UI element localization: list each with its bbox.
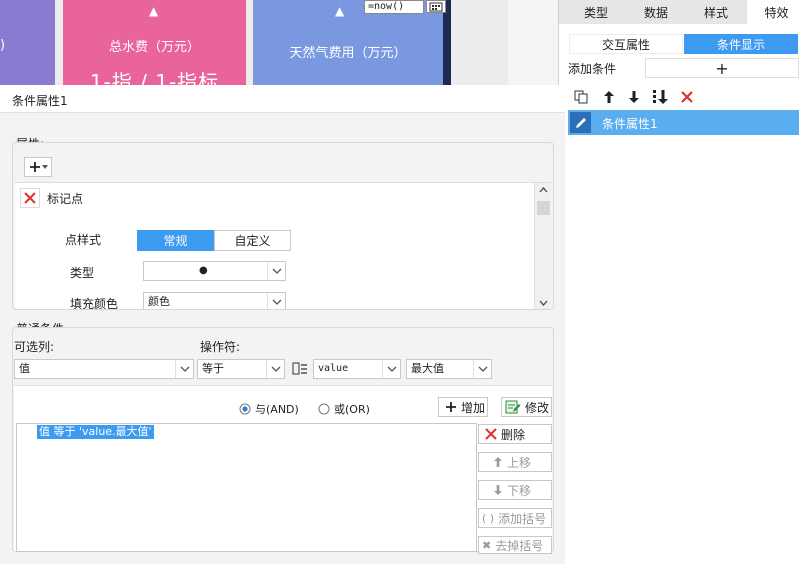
delete-icon — [485, 428, 497, 440]
radio-checked-icon — [239, 403, 251, 415]
condition-list-toolbar — [568, 86, 800, 108]
add-condition-row-button[interactable]: 增加 — [438, 397, 488, 417]
condition-dialog: 条件属性1 属性: 标记点 点样式 常规 自定义 类型 ● 填充颜色 颜色 — [0, 85, 565, 564]
chevron-down-icon — [175, 360, 193, 378]
properties-scrollbar[interactable] — [534, 183, 551, 309]
chevron-down-icon — [267, 293, 285, 309]
remove-bracket-button[interactable]: ✖ 去掉括号 — [478, 536, 552, 554]
close-icon — [24, 192, 36, 204]
column-select-value: 值 — [19, 362, 30, 375]
subtab-conditional-display[interactable]: 条件显示 — [684, 34, 798, 54]
properties-group: 标记点 点样式 常规 自定义 类型 ● 填充颜色 颜色 — [12, 142, 554, 310]
add-condition-label: 添加条件 — [568, 62, 617, 76]
point-style-custom[interactable]: 自定义 — [214, 230, 291, 251]
canvas-right-margin — [508, 0, 558, 85]
formula-toggle-icon[interactable] — [291, 360, 309, 378]
tab-effects[interactable]: 特效 — [747, 0, 805, 24]
point-style-regular[interactable]: 常规 — [137, 230, 214, 251]
selectable-column-label: 可选列: — [14, 340, 55, 354]
condition-list-item-label: 条件属性1 — [602, 117, 658, 131]
and-radio-label: 与(AND) — [255, 403, 299, 416]
value-type-select-value: value — [318, 363, 349, 374]
operator-select-value: 等于 — [202, 362, 224, 375]
value-type-select[interactable]: value — [313, 359, 401, 379]
arrow-up-icon[interactable] — [600, 88, 618, 106]
plus-icon — [29, 162, 40, 172]
delete-condition-label: 删除 — [501, 427, 526, 442]
delete-icon[interactable] — [678, 88, 696, 106]
or-radio-label: 或(OR) — [334, 403, 370, 416]
add-condition-row-label: 增加 — [461, 400, 486, 415]
chevron-down-icon — [266, 360, 284, 378]
and-radio[interactable]: 与(AND) — [239, 401, 299, 417]
fill-color-select-value: 颜色 — [148, 295, 170, 308]
properties-scroll-area: 标记点 点样式 常规 自定义 类型 ● 填充颜色 颜色 — [15, 182, 551, 309]
modify-label: 修改 — [525, 400, 550, 415]
move-up-label: 上移 — [507, 455, 532, 470]
modify-icon — [505, 400, 521, 414]
scrollbar-thumb[interactable] — [537, 201, 550, 215]
remove-marker-button[interactable] — [20, 188, 40, 208]
value-select-value: 最大值 — [411, 362, 444, 375]
add-bracket-button[interactable]: ( ) 添加括号 — [478, 508, 552, 528]
operator-label: 操作符: — [200, 340, 241, 354]
scroll-up-icon[interactable] — [539, 187, 548, 193]
bracket-icon: ( ) — [482, 511, 495, 525]
value-select[interactable]: 最大值 — [406, 359, 492, 379]
fill-color-label: 填充颜色 — [70, 297, 119, 309]
fill-color-select[interactable]: 颜色 — [143, 292, 286, 309]
dashboard-card-left: ) — [0, 0, 55, 85]
move-up-button[interactable]: 上移 — [478, 452, 552, 472]
copy-icon[interactable] — [572, 88, 590, 106]
move-bottom-icon[interactable] — [650, 88, 670, 106]
condition-expression-list[interactable]: 值 等于 'value.最大值' — [16, 423, 477, 552]
condition-expression-row[interactable]: 值 等于 'value.最大值' — [37, 425, 154, 439]
calendar-icon[interactable] — [426, 0, 446, 13]
type-select[interactable]: ● — [143, 261, 286, 281]
gas-flame-icon: ▲ — [335, 4, 345, 18]
remove-bracket-icon: ✖ — [482, 538, 492, 552]
tab-style[interactable]: 样式 — [687, 0, 745, 24]
type-label: 类型 — [70, 266, 95, 280]
right-panel: 类型 数据 样式 特效 交互属性 条件显示 添加条件 + 条件属性1 — [558, 0, 805, 564]
arrow-down-icon — [494, 485, 502, 495]
marker-label: 标记点 — [47, 192, 84, 206]
chevron-down-icon — [382, 360, 400, 378]
edit-icon — [570, 112, 591, 133]
gas-card-title: 天然气费用（万元） — [289, 46, 407, 61]
tab-type[interactable]: 类型 — [567, 0, 625, 24]
condition-list-item[interactable]: 条件属性1 — [568, 110, 799, 135]
water-drop-icon: ▲ — [149, 4, 159, 18]
remove-bracket-label: 去掉括号 — [495, 538, 544, 553]
right-panel-tabbar: 类型 数据 样式 特效 — [559, 0, 805, 24]
arrow-down-icon[interactable] — [625, 88, 643, 106]
dialog-title: 条件属性1 — [12, 94, 68, 108]
add-property-button[interactable] — [24, 157, 52, 177]
radio-unchecked-icon — [318, 403, 330, 415]
operator-select[interactable]: 等于 — [197, 359, 285, 379]
water-card-title: 总水费（万元） — [108, 40, 200, 55]
plus-icon — [446, 402, 456, 412]
tab-data[interactable]: 数据 — [627, 0, 685, 24]
dashboard-preview: ) ▲ 总水费（万元） 1-指 / 1-指标 ▲ 天然气费用（万元） =now(… — [0, 0, 558, 94]
modify-button[interactable]: 修改 — [501, 397, 552, 417]
arrow-up-icon — [494, 457, 502, 467]
point-style-label: 点样式 — [65, 233, 102, 247]
delete-condition-button[interactable]: 删除 — [478, 424, 552, 444]
chevron-down-icon — [267, 262, 285, 280]
scroll-down-icon[interactable] — [539, 300, 548, 306]
chevron-down-icon — [473, 360, 491, 378]
move-down-button[interactable]: 下移 — [478, 480, 552, 500]
or-radio[interactable]: 或(OR) — [318, 401, 370, 417]
caret-down-icon — [41, 165, 48, 169]
move-down-label: 下移 — [507, 483, 532, 498]
formula-box[interactable]: =now() — [364, 0, 424, 14]
column-select[interactable]: 值 — [14, 359, 194, 379]
dashboard-card-water: ▲ 总水费（万元） 1-指 / 1-指标 — [63, 0, 246, 94]
subtab-interaction[interactable]: 交互属性 — [569, 34, 683, 54]
type-select-value: ● — [199, 265, 208, 276]
add-bracket-label: 添加括号 — [498, 511, 547, 526]
add-condition-button[interactable]: + — [645, 58, 799, 78]
dialog-title-bar: 条件属性1 — [0, 85, 565, 113]
